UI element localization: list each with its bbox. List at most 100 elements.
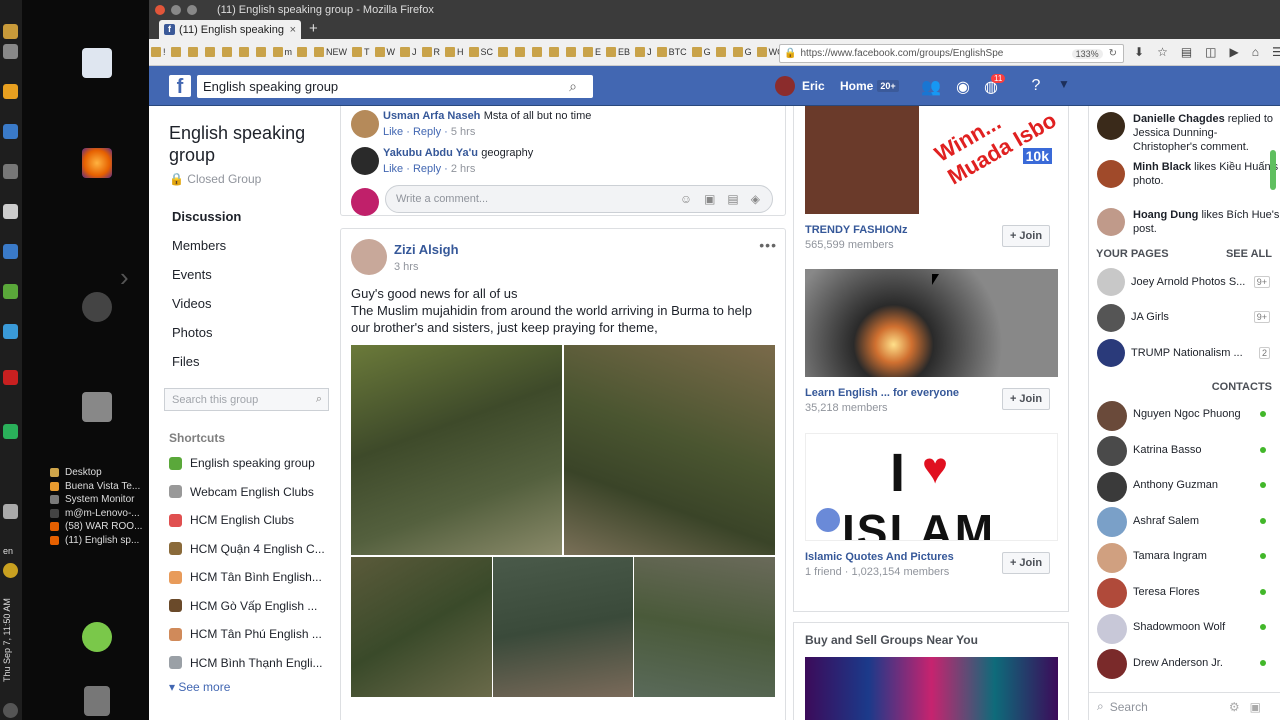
zoom-level[interactable]: 133% bbox=[1071, 48, 1103, 59]
comment-time[interactable]: 5 hrs bbox=[451, 126, 475, 138]
bookmark-item[interactable] bbox=[187, 47, 200, 57]
see-more-link[interactable]: ▾ See more bbox=[164, 677, 334, 697]
bookmark-item[interactable] bbox=[255, 47, 268, 57]
activity-item[interactable]: Minh Black likes Kiều Huấn's photo. bbox=[1089, 160, 1280, 208]
group-title[interactable]: English speaking group bbox=[169, 122, 334, 166]
bookmark-label[interactable]: R bbox=[434, 47, 441, 57]
post-time[interactable]: 3 hrs bbox=[394, 261, 418, 273]
keyboard-language[interactable]: en bbox=[3, 546, 13, 556]
comment-author[interactable]: Yakubu Abdu Ya'u bbox=[383, 147, 478, 159]
see-more-label[interactable]: See more bbox=[178, 680, 230, 694]
chat-search-placeholder[interactable]: Search bbox=[1110, 700, 1148, 714]
apps-icon[interactable] bbox=[3, 164, 18, 179]
bookmark-item[interactable] bbox=[566, 47, 578, 57]
avatar[interactable] bbox=[1097, 613, 1127, 644]
post-photo[interactable] bbox=[351, 345, 562, 555]
bookmark-item[interactable]: G bbox=[691, 47, 711, 57]
contact-item[interactable]: Katrina Basso bbox=[1089, 432, 1280, 468]
contact-item[interactable]: Drew Anderson Jr. bbox=[1089, 645, 1280, 681]
contact-name[interactable]: Tamara Ingram bbox=[1133, 550, 1207, 562]
bookmark-item[interactable]: H bbox=[445, 47, 464, 57]
lock-icon[interactable]: 🔒 bbox=[784, 48, 796, 59]
avatar[interactable] bbox=[351, 188, 379, 216]
document-icon[interactable] bbox=[3, 124, 18, 139]
bookmark-label[interactable]: NEW bbox=[326, 47, 347, 57]
bitcoin-icon[interactable] bbox=[3, 84, 18, 99]
url-bar[interactable]: 🔒 https://www.facebook.com/groups/Englis… bbox=[779, 44, 1124, 63]
bookmark-item[interactable]: E bbox=[583, 47, 601, 57]
taskbar-item-label[interactable]: (11) English sp... bbox=[65, 535, 139, 546]
home-icon[interactable]: ⌂ bbox=[1252, 45, 1259, 59]
group-search-placeholder[interactable]: Search this group bbox=[172, 394, 258, 406]
group-nav-item[interactable]: Files bbox=[164, 348, 334, 376]
reload-icon[interactable]: ↻ bbox=[1109, 48, 1117, 59]
contact-name[interactable]: Shadowmoon Wolf bbox=[1133, 621, 1225, 633]
shortcut-label[interactable]: English speaking group bbox=[190, 456, 315, 470]
bookmark-label[interactable]: J bbox=[647, 47, 652, 57]
bookmark-item[interactable] bbox=[221, 47, 234, 57]
bookmark-label[interactable]: EB bbox=[618, 47, 630, 57]
shortcut-item[interactable]: HCM Quận 4 English C... bbox=[164, 535, 334, 564]
page-name[interactable]: Joey Arnold Photos S... bbox=[1131, 276, 1245, 288]
home-label[interactable]: Home bbox=[840, 79, 873, 93]
firefox-desktop-icon[interactable] bbox=[82, 148, 112, 178]
comment-input[interactable]: Write a comment... ☺▣▤◈ bbox=[385, 185, 773, 213]
new-tab-button[interactable]: + bbox=[309, 20, 318, 39]
shortcut-label[interactable]: HCM Quận 4 English C... bbox=[190, 542, 325, 556]
power-icon[interactable] bbox=[3, 703, 18, 718]
bookmark-item[interactable]: EB bbox=[606, 47, 630, 57]
tab-close-icon[interactable]: × bbox=[290, 24, 296, 36]
avatar[interactable] bbox=[1097, 303, 1125, 332]
group-search-input[interactable]: Search this group ⌕ bbox=[164, 388, 329, 411]
contact-item[interactable]: Teresa Flores bbox=[1089, 574, 1280, 610]
bookmark-label[interactable]: W bbox=[387, 47, 396, 57]
pocket-icon[interactable]: ◫ bbox=[1205, 45, 1216, 59]
bookmark-item[interactable] bbox=[238, 47, 251, 57]
contact-item[interactable]: Ashraf Salem bbox=[1089, 503, 1280, 539]
bookmark-item[interactable]: R bbox=[421, 47, 441, 57]
bookmark-item[interactable]: J bbox=[400, 47, 417, 57]
bookmark-star-icon[interactable]: ☆ bbox=[1157, 45, 1168, 59]
taskbar-item-label[interactable]: m@m-Lenovo-... bbox=[65, 508, 140, 519]
bookmark-item[interactable]: ! bbox=[151, 47, 166, 57]
bookmark-item[interactable]: G bbox=[732, 47, 752, 57]
ubuntu-desktop-icon[interactable] bbox=[82, 292, 112, 322]
comment-placeholder[interactable]: Write a comment... bbox=[396, 193, 488, 205]
system-icon[interactable] bbox=[3, 284, 18, 299]
shortcut-item[interactable]: English speaking group bbox=[164, 449, 334, 478]
page-name[interactable]: JA Girls bbox=[1131, 311, 1169, 323]
avatar[interactable] bbox=[1097, 649, 1127, 679]
page-item[interactable]: Joey Arnold Photos S... 9+ bbox=[1089, 264, 1280, 300]
bookmark-label[interactable]: H bbox=[457, 47, 464, 57]
bookmark-label[interactable]: G bbox=[745, 47, 752, 57]
see-all-link[interactable]: SEE ALL bbox=[1226, 248, 1272, 260]
post-photo[interactable] bbox=[493, 557, 633, 697]
group-cover[interactable] bbox=[805, 269, 1058, 377]
avatar[interactable] bbox=[1097, 542, 1127, 573]
post-photo[interactable] bbox=[564, 345, 775, 555]
contact-name[interactable]: Anthony Guzman bbox=[1133, 479, 1218, 491]
bookmark-label[interactable]: G bbox=[704, 47, 711, 57]
home-link[interactable]: Home 20+ bbox=[840, 79, 899, 93]
bookmark-label[interactable]: m bbox=[285, 47, 293, 57]
bookmark-label[interactable]: E bbox=[595, 47, 601, 57]
bookmark-item[interactable]: W bbox=[374, 47, 396, 57]
post-photo[interactable] bbox=[634, 557, 775, 697]
avatar[interactable] bbox=[1097, 578, 1127, 608]
taskbar-item-label[interactable]: (58) WAR ROO... bbox=[65, 521, 142, 532]
contact-name[interactable]: Nguyen Ngoc Phuong bbox=[1133, 408, 1241, 420]
bookmark-item[interactable] bbox=[204, 47, 217, 57]
download-icon[interactable]: ⬇ bbox=[1134, 45, 1144, 59]
bookmark-item[interactable] bbox=[297, 47, 309, 57]
url-text[interactable]: https://www.facebook.com/groups/EnglishS… bbox=[800, 48, 1003, 59]
chevron-right-icon[interactable]: › bbox=[120, 262, 134, 292]
filezilla-icon[interactable] bbox=[3, 370, 18, 385]
like-link[interactable]: Like bbox=[383, 126, 403, 138]
archive-desktop-icon[interactable] bbox=[82, 392, 112, 422]
shortcut-item[interactable]: HCM Bình Thạnh Engli... bbox=[164, 649, 334, 678]
avatar[interactable] bbox=[351, 110, 379, 138]
bookmark-label[interactable]: BTC bbox=[669, 47, 687, 57]
contact-name[interactable]: Drew Anderson Jr. bbox=[1133, 657, 1223, 669]
network-icon[interactable] bbox=[3, 504, 18, 519]
contact-name[interactable]: Ashraf Salem bbox=[1133, 515, 1199, 527]
